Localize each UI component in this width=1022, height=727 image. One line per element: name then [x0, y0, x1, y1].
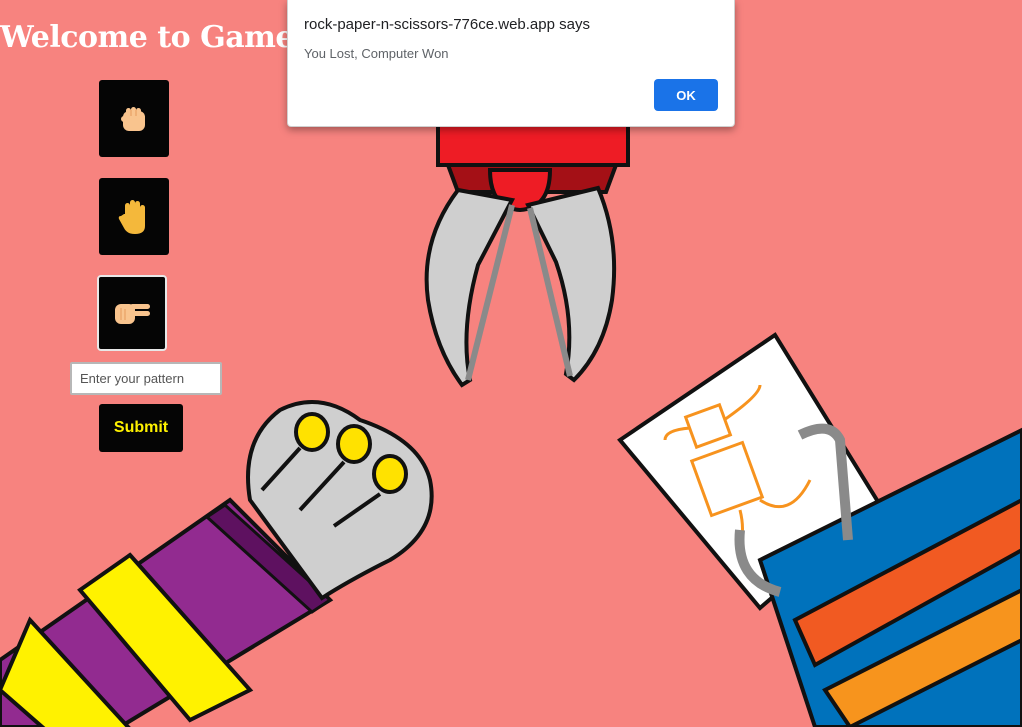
- alert-origin: rock-paper-n-scissors-776ce.web.app says: [304, 16, 590, 33]
- victory-hand-icon: [115, 304, 150, 324]
- page-title: Welcome to Game P: [0, 20, 326, 55]
- ok-button[interactable]: OK: [654, 79, 718, 111]
- fist-icon: [121, 106, 145, 131]
- robot-scissors-icon: [424, 108, 630, 388]
- robot-paper-hand-icon: [617, 332, 1022, 727]
- scissors-choice-button[interactable]: [97, 275, 167, 351]
- alert-message: You Lost, Computer Won: [304, 46, 449, 61]
- paper-choice-button[interactable]: [99, 178, 169, 255]
- raised-hand-icon: [118, 199, 145, 234]
- submit-button[interactable]: Submit: [99, 404, 183, 452]
- game-page: Welcome to Game P Submit: [0, 0, 1022, 727]
- alert-dialog: rock-paper-n-scissors-776ce.web.app says…: [287, 0, 735, 127]
- rock-choice-button[interactable]: [99, 80, 169, 157]
- robot-fist-rock-icon: [0, 400, 434, 727]
- pattern-input[interactable]: [70, 362, 222, 395]
